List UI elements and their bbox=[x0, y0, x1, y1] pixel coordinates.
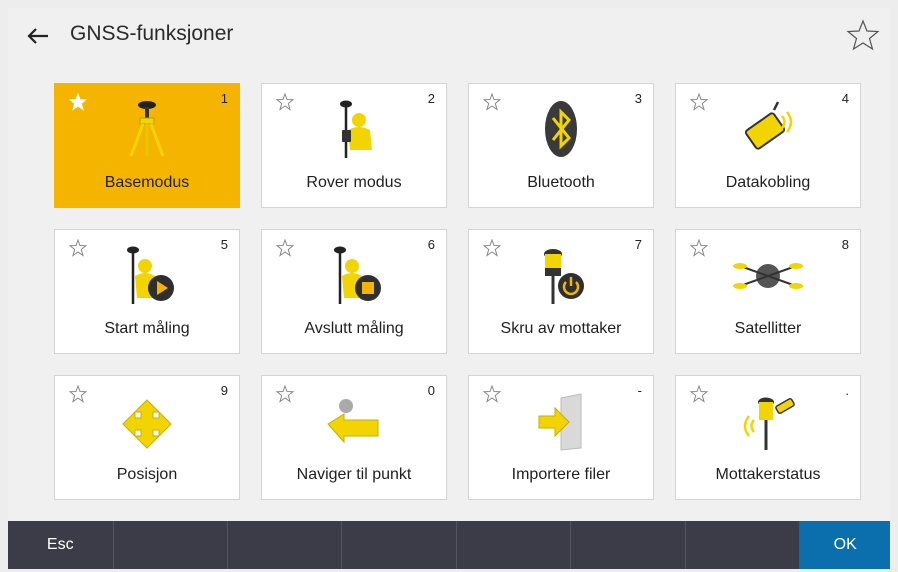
tile-datakobling[interactable]: 4 Datakobling bbox=[675, 83, 861, 208]
receiver-status-icon bbox=[743, 397, 795, 450]
shortcut-key: 5 bbox=[220, 237, 228, 252]
star-outline-icon[interactable] bbox=[69, 93, 87, 111]
shortcut-key: 4 bbox=[841, 91, 849, 106]
tile-skru-av-mottaker[interactable]: 7 Skru av mottaker bbox=[468, 229, 654, 354]
app-window: GNSS-funksjoner 1 Basemodus 2 Rover modu… bbox=[8, 8, 891, 569]
shortcut-key: 1 bbox=[220, 91, 228, 106]
back-button[interactable] bbox=[22, 20, 54, 52]
tile-label: Bluetooth bbox=[527, 174, 595, 191]
shortcut-key: . bbox=[845, 383, 849, 398]
esc-button[interactable]: Esc bbox=[8, 521, 114, 569]
shortcut-key: 9 bbox=[220, 383, 228, 398]
softkey-3[interactable] bbox=[342, 521, 457, 569]
tile-label: Datakobling bbox=[725, 174, 811, 191]
bluetooth-icon bbox=[545, 101, 577, 157]
data-link-icon bbox=[744, 101, 793, 150]
import-files-icon bbox=[538, 393, 582, 451]
softkey-4[interactable] bbox=[457, 521, 572, 569]
favorite-button[interactable] bbox=[846, 18, 880, 52]
tile-label: Naviger til punkt bbox=[296, 466, 412, 483]
star-outline-icon[interactable] bbox=[276, 385, 294, 403]
tile-label: Avslutt måling bbox=[304, 320, 404, 337]
bottom-bar: Esc OK bbox=[8, 521, 891, 569]
shortcut-key: 8 bbox=[841, 237, 849, 252]
softkey-1[interactable] bbox=[114, 521, 228, 569]
star-outline-icon[interactable] bbox=[69, 385, 87, 403]
star-outline-icon[interactable] bbox=[690, 93, 708, 111]
softkey-2[interactable] bbox=[228, 521, 343, 569]
shortcut-key: 6 bbox=[427, 237, 435, 252]
star-outline-icon bbox=[846, 19, 880, 51]
tile-label: Basemodus bbox=[104, 174, 190, 191]
tile-basemodus[interactable]: 1 Basemodus bbox=[54, 83, 240, 208]
shortcut-key: 7 bbox=[634, 237, 642, 252]
navigate-to-point-icon bbox=[327, 399, 379, 444]
star-outline-icon[interactable] bbox=[276, 93, 294, 111]
shortcut-key: 0 bbox=[427, 383, 435, 398]
shortcut-key: - bbox=[637, 383, 642, 398]
tile-start-maling[interactable]: 5 Start måling bbox=[54, 229, 240, 354]
star-outline-icon[interactable] bbox=[69, 239, 87, 257]
header: GNSS-funksjoner bbox=[8, 8, 890, 64]
shortcut-key: 2 bbox=[427, 91, 435, 106]
start-survey-icon bbox=[127, 246, 174, 304]
star-outline-icon[interactable] bbox=[276, 239, 294, 257]
rover-surveyor-icon bbox=[340, 100, 372, 158]
star-outline-icon[interactable] bbox=[483, 385, 501, 403]
position-arrows-icon bbox=[122, 399, 172, 449]
tile-label: Satellitter bbox=[734, 320, 802, 337]
tile-avslutt-maling[interactable]: 6 Avslutt måling bbox=[261, 229, 447, 354]
tile-label: Posisjon bbox=[116, 466, 178, 483]
tile-naviger-til-punkt[interactable]: 0 Naviger til punkt bbox=[261, 375, 447, 500]
star-outline-icon[interactable] bbox=[483, 239, 501, 257]
tile-label: Mottakerstatus bbox=[715, 466, 821, 483]
tile-label: Importere filer bbox=[511, 466, 611, 483]
tile-posisjon[interactable]: 9 Posisjon bbox=[54, 375, 240, 500]
star-outline-icon[interactable] bbox=[483, 93, 501, 111]
tile-importere-filer[interactable]: - Importere filer bbox=[468, 375, 654, 500]
tile-label: Rover modus bbox=[306, 174, 402, 191]
tile-satellitter[interactable]: 8 Satellitter bbox=[675, 229, 861, 354]
tripod-base-icon bbox=[129, 101, 165, 157]
ok-button[interactable]: OK bbox=[800, 521, 891, 569]
softkey-6[interactable] bbox=[686, 521, 801, 569]
tile-mottakerstatus[interactable]: . Mottakerstatus bbox=[675, 375, 861, 500]
star-outline-icon[interactable] bbox=[690, 385, 708, 403]
tile-label: Skru av mottaker bbox=[500, 320, 622, 337]
softkey-5[interactable] bbox=[571, 521, 686, 569]
shortcut-key: 3 bbox=[634, 91, 642, 106]
receiver-power-icon bbox=[544, 249, 584, 304]
arrow-left-icon bbox=[27, 28, 48, 44]
tile-bluetooth[interactable]: 3 Bluetooth bbox=[468, 83, 654, 208]
end-survey-icon bbox=[334, 246, 381, 304]
page-title: GNSS-funksjoner bbox=[70, 22, 234, 45]
star-outline-icon[interactable] bbox=[690, 239, 708, 257]
function-grid: 1 Basemodus 2 Rover modus 3 Bluetooth 4 … bbox=[54, 83, 861, 500]
tile-label: Start måling bbox=[104, 320, 190, 337]
tile-rover-modus[interactable]: 2 Rover modus bbox=[261, 83, 447, 208]
satellite-icon bbox=[733, 263, 803, 289]
